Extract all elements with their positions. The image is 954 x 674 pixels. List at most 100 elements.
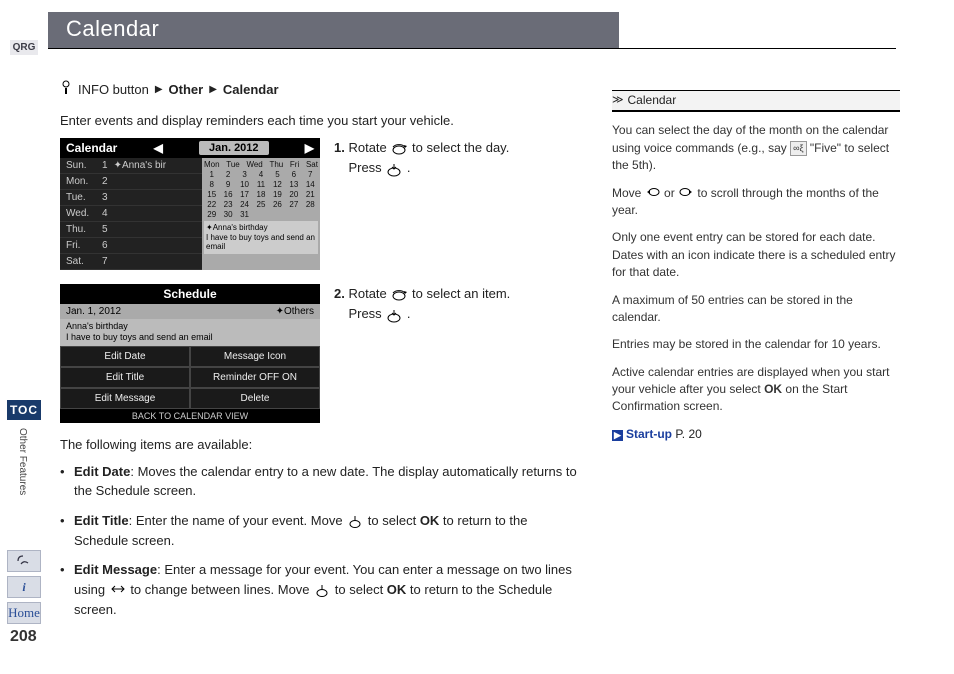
step-number: 1. xyxy=(334,140,345,155)
shot1-day-list: Sun.1✦Anna's bir Mon.2 Tue.3 Wed.4 Thu.5… xyxy=(60,158,202,270)
ok-label: OK xyxy=(387,582,407,597)
bullet-text: to select xyxy=(331,582,387,597)
list-item: 1 xyxy=(102,160,108,171)
bullet-label: Edit Message xyxy=(74,562,157,577)
cal-day: 24 xyxy=(237,200,252,209)
dow: Tue xyxy=(226,160,240,169)
bullet-text: : Moves the calendar entry to a new date… xyxy=(74,464,577,499)
side-p6: Active calendar entries are displayed wh… xyxy=(612,364,900,416)
cal-day: 27 xyxy=(286,200,301,209)
step-text: to select the day. xyxy=(412,140,509,155)
step-2-row: Schedule Jan. 1, 2012 ✦Others Anna's bir… xyxy=(60,284,580,423)
cross-ref-link[interactable]: ▶Start-up P. 20 xyxy=(612,426,900,443)
press-dial-icon xyxy=(385,305,403,325)
cal-day: 13 xyxy=(286,180,301,189)
screenshot-calendar: Calendar ◀ Jan. 2012 ▶ Sun.1✦Anna's bir … xyxy=(60,138,320,270)
cal-day xyxy=(303,210,318,219)
shot1-mini-calendar: Mon Tue Wed Thu Fri Sat 1234567891011121… xyxy=(202,158,320,270)
toc-badge[interactable]: TOC xyxy=(7,400,41,420)
list-item: Thu. xyxy=(66,224,96,235)
available-intro: The following items are available: xyxy=(60,437,580,452)
voice-icon[interactable] xyxy=(7,550,41,572)
list-item: Fri. xyxy=(66,240,96,251)
home-button[interactable]: Home xyxy=(7,602,41,624)
cal-day: 30 xyxy=(220,210,235,219)
step-2-text: 2. Rotate to select an item. Press . xyxy=(334,284,580,325)
side-text: or xyxy=(661,186,678,200)
cal-day: 26 xyxy=(270,200,285,209)
move-dial-icon xyxy=(346,511,364,531)
screenshot-schedule: Schedule Jan. 1, 2012 ✦Others Anna's bir… xyxy=(60,284,320,423)
cal-day: 20 xyxy=(286,190,301,199)
shot2-ev-body: I have to buy toys and send an email xyxy=(66,332,314,343)
list-item: 6 xyxy=(102,240,108,251)
bullet-label: Edit Date xyxy=(74,464,130,479)
cal-day xyxy=(286,210,301,219)
dow: Fri xyxy=(290,160,299,169)
step-text: Press xyxy=(348,160,385,175)
page-header: Calendar xyxy=(48,12,619,48)
cal-day: 1 xyxy=(204,170,219,179)
page-number: 208 xyxy=(10,628,37,646)
bullet-text: to change between lines. Move xyxy=(127,582,313,597)
step-text: Press xyxy=(348,306,385,321)
bullet-edit-title: Edit Title: Enter the name of your event… xyxy=(74,511,580,551)
cal-day: 8 xyxy=(204,180,219,189)
cal-day: 23 xyxy=(220,200,235,209)
list-item: 2 xyxy=(102,176,108,187)
bullet-label: Edit Title xyxy=(74,513,129,528)
shot1-month: Jan. 2012 xyxy=(199,141,269,155)
dial-right-icon xyxy=(678,186,694,200)
arrow-left-icon: ◀ xyxy=(154,141,163,155)
ok-label: OK xyxy=(764,382,782,396)
shot2-btn-edit-title: Edit Title xyxy=(60,367,190,388)
cal-day: 6 xyxy=(286,170,301,179)
list-item: 3 xyxy=(102,192,108,203)
cal-day: 5 xyxy=(270,170,285,179)
link-page: P. 20 xyxy=(675,427,701,441)
joystick-icon xyxy=(109,581,127,601)
breadcrumb-other: Other xyxy=(169,82,204,97)
cal-day: 18 xyxy=(253,190,268,199)
shot2-title: Schedule xyxy=(163,287,216,301)
cal-day: 2 xyxy=(220,170,235,179)
side-p5: Entries may be stored in the calendar fo… xyxy=(612,336,900,353)
shot2-btn-delete: Delete xyxy=(190,388,320,409)
cal-day: 7 xyxy=(303,170,318,179)
cal-day: 19 xyxy=(270,190,285,199)
list-item: 5 xyxy=(102,224,108,235)
dow: Thu xyxy=(269,160,283,169)
breadcrumb: INFO button ▶ Other ▶ Calendar xyxy=(60,80,580,99)
shot2-date: Jan. 1, 2012 xyxy=(66,306,121,317)
step-text: Rotate xyxy=(348,140,390,155)
intro-text: Enter events and display reminders each … xyxy=(60,113,580,128)
side-p4: A maximum of 50 entries can be stored in… xyxy=(612,292,900,327)
qrg-badge[interactable]: QRG xyxy=(10,40,38,55)
bullet-text: to select xyxy=(364,513,420,528)
cal-day: 21 xyxy=(303,190,318,199)
page-title: Calendar xyxy=(48,12,619,48)
options-list: Edit Date: Moves the calendar entry to a… xyxy=(60,462,580,620)
cal-day: 29 xyxy=(204,210,219,219)
list-item: Mon. xyxy=(66,176,96,187)
shot2-btn-reminder: Reminder OFF ON xyxy=(190,367,320,388)
cal-day: 15 xyxy=(204,190,219,199)
shot1-ev-body: I have to buy toys and send an email xyxy=(206,233,316,252)
list-item: 4 xyxy=(102,208,108,219)
side-header-icon: ≫ xyxy=(612,93,624,109)
rotate-dial-icon xyxy=(390,285,408,305)
info-icon-button[interactable]: i xyxy=(7,576,41,598)
breadcrumb-calendar: Calendar xyxy=(223,82,279,97)
chevron-right-icon: ▶ xyxy=(209,84,217,95)
shot2-btn-message-icon: Message Icon xyxy=(190,346,320,367)
step-text: to select an item. xyxy=(412,286,510,301)
step-text: . xyxy=(407,306,411,321)
step-1-row: Calendar ◀ Jan. 2012 ▶ Sun.1✦Anna's bir … xyxy=(60,138,580,270)
bullet-edit-message: Edit Message: Enter a message for your e… xyxy=(74,560,580,619)
move-dial-icon xyxy=(313,581,331,601)
chevron-right-icon: ▶ xyxy=(155,84,163,95)
list-item: ✦Anna's bir xyxy=(114,160,167,171)
side-text: Move xyxy=(612,186,645,200)
cal-day: 16 xyxy=(220,190,235,199)
side-text: Active calendar entries are displayed wh… xyxy=(612,365,889,396)
